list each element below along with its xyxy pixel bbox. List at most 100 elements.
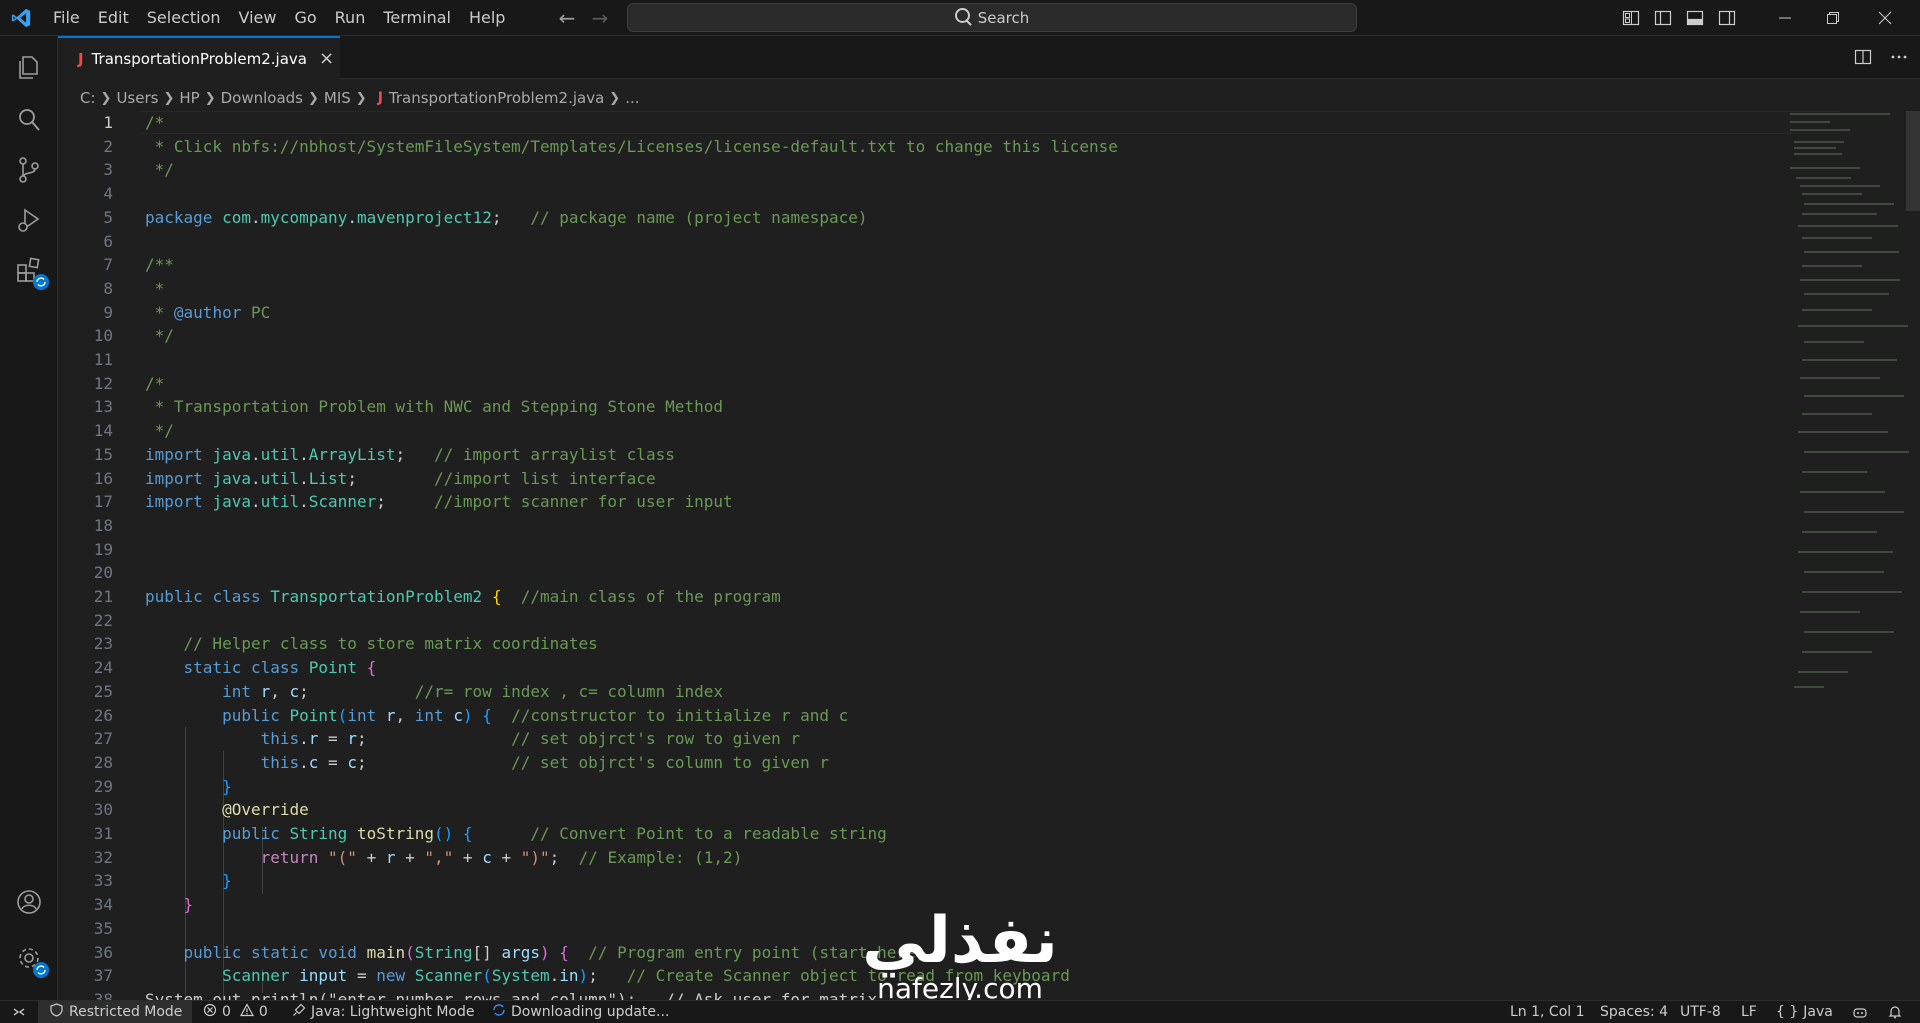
menu-run[interactable]: Run bbox=[326, 0, 375, 36]
code-line: 29 } bbox=[93, 776, 232, 796]
gear-update-badge-icon bbox=[33, 962, 49, 978]
split-editor-icon[interactable] bbox=[1854, 48, 1872, 70]
watermark-arabic: نفذلي bbox=[862, 904, 1058, 978]
toggle-secondary-sidebar-icon[interactable] bbox=[1718, 9, 1736, 27]
eol-setting[interactable]: LF bbox=[1741, 1001, 1757, 1023]
search-view-icon[interactable] bbox=[13, 104, 45, 136]
minimap[interactable] bbox=[1790, 111, 1909, 711]
run-and-debug-icon[interactable] bbox=[13, 204, 45, 236]
menu-file[interactable]: File bbox=[44, 0, 89, 36]
toggle-primary-sidebar-icon[interactable] bbox=[1654, 9, 1672, 27]
code-line: 22 bbox=[93, 610, 113, 630]
explorer-icon[interactable] bbox=[13, 52, 45, 84]
encoding-setting[interactable]: UTF-8 bbox=[1680, 1001, 1721, 1023]
java-mode-indicator[interactable]: Java: Lightweight Mode bbox=[292, 1001, 474, 1023]
customize-layout-icon[interactable] bbox=[1622, 9, 1640, 27]
java-mode-label: Java: Lightweight Mode bbox=[311, 1004, 475, 1020]
breadcrumb-hp[interactable]: HP bbox=[179, 89, 199, 107]
code-line: 11 bbox=[93, 350, 113, 369]
restricted-mode-label: Restricted Mode bbox=[69, 1004, 183, 1020]
code-line: 8 * bbox=[103, 278, 165, 298]
code-line: 10 */ bbox=[93, 326, 174, 346]
title-bar: File Edit Selection View Go Run Terminal… bbox=[0, 0, 1920, 36]
code-line: 16 import java.util.List; //import list i… bbox=[93, 468, 656, 488]
close-window-icon[interactable] bbox=[1862, 0, 1908, 36]
minimize-window-icon[interactable] bbox=[1762, 0, 1808, 36]
code-line: 2 * Click nbfs://nbhost/SystemFileSystem… bbox=[103, 136, 1118, 156]
code-editor[interactable]: 1/* 2 * Click nbfs://nbhost/SystemFileSy… bbox=[58, 111, 1920, 1000]
code-line: 32 return "(" + r + "," + c + ")"; // Ex… bbox=[93, 847, 743, 867]
search-label: Search bbox=[977, 8, 1030, 27]
rocket-icon bbox=[292, 1003, 306, 1021]
warning-count: 0 bbox=[258, 1004, 268, 1020]
notifications-bell-icon[interactable] bbox=[1888, 1001, 1902, 1023]
update-badge-icon bbox=[33, 274, 49, 290]
editor-tab-bar: J TransportationProblem2.java × bbox=[58, 36, 1920, 79]
code-line: 20 bbox=[93, 563, 113, 583]
indentation-setting[interactable]: Spaces: 4 bbox=[1600, 1001, 1668, 1023]
code-line: 23 // Helper class to store matrix coord… bbox=[93, 634, 598, 654]
more-actions-icon[interactable] bbox=[1890, 48, 1908, 70]
command-center-search[interactable]: Search bbox=[627, 3, 1357, 32]
java-file-icon: J bbox=[78, 49, 84, 68]
code-line: 21 public class TransportationProblem2 { … bbox=[93, 587, 781, 606]
error-icon bbox=[203, 1003, 217, 1021]
vertical-scrollbar[interactable] bbox=[1906, 111, 1920, 211]
update-progress-indicator[interactable]: Downloading update... bbox=[492, 1001, 669, 1023]
code-line: 4 bbox=[103, 184, 113, 204]
code-line: 18 bbox=[93, 515, 113, 535]
language-label: Java bbox=[1803, 1004, 1833, 1020]
close-tab-icon[interactable]: × bbox=[319, 48, 334, 69]
breadcrumb-users[interactable]: Users bbox=[116, 89, 158, 107]
code-line: 28 this.c = c; // set objrct's column to… bbox=[93, 752, 829, 772]
warning-icon bbox=[239, 1003, 254, 1021]
back-arrow-icon[interactable]: ← bbox=[557, 8, 577, 28]
forward-arrow-icon[interactable]: → bbox=[590, 8, 610, 28]
code-line: 25 int r, c; //r= row index , c= column … bbox=[93, 681, 723, 701]
code-line: 33 } bbox=[93, 871, 232, 891]
chevron-right-icon: ❯ bbox=[355, 90, 367, 106]
source-control-icon[interactable] bbox=[13, 154, 45, 186]
language-mode[interactable]: { } Java bbox=[1776, 1001, 1833, 1023]
shield-icon bbox=[50, 1003, 63, 1021]
code-line: 30 @Override bbox=[93, 800, 309, 820]
chevron-right-icon: ❯ bbox=[204, 90, 216, 106]
breadcrumb-downloads[interactable]: Downloads bbox=[221, 89, 303, 107]
code-line: 24 static class Point { bbox=[93, 658, 377, 678]
restore-window-icon[interactable] bbox=[1810, 0, 1856, 36]
copilot-icon[interactable] bbox=[1852, 1001, 1868, 1023]
remote-indicator-icon[interactable] bbox=[0, 1001, 38, 1023]
menu-go[interactable]: Go bbox=[285, 0, 325, 36]
chevron-right-icon: ❯ bbox=[163, 90, 175, 106]
code-line: 15 import java.util.ArrayList; // import … bbox=[93, 444, 675, 464]
toggle-panel-icon[interactable] bbox=[1686, 9, 1704, 27]
menu-view[interactable]: View bbox=[230, 0, 286, 36]
search-icon bbox=[954, 8, 970, 23]
breadcrumb-mis[interactable]: MIS bbox=[324, 89, 351, 107]
menu-edit[interactable]: Edit bbox=[89, 0, 138, 36]
braces-icon: { } bbox=[1776, 1004, 1799, 1020]
extensions-icon[interactable] bbox=[13, 254, 49, 290]
menu-terminal[interactable]: Terminal bbox=[374, 0, 460, 36]
accounts-icon[interactable] bbox=[13, 886, 45, 918]
code-line: 1/* bbox=[103, 113, 165, 132]
java-file-icon: J bbox=[377, 90, 383, 106]
breadcrumb-drive[interactable]: C: bbox=[80, 89, 96, 107]
activity-bar bbox=[0, 36, 58, 1000]
chevron-right-icon: ❯ bbox=[609, 90, 621, 106]
code-line: 19 bbox=[93, 539, 113, 559]
cursor-position[interactable]: Ln 1, Col 1 bbox=[1510, 1001, 1585, 1023]
chevron-right-icon: ❯ bbox=[307, 90, 319, 106]
menu-selection[interactable]: Selection bbox=[138, 0, 230, 36]
code-line: 17 import java.util.Scanner; //import sca… bbox=[93, 492, 733, 512]
menu-help[interactable]: Help bbox=[460, 0, 514, 36]
breadcrumb-file[interactable]: TransportationProblem2.java bbox=[389, 89, 604, 107]
manage-gear-icon[interactable] bbox=[13, 942, 49, 978]
breadcrumb-symbol[interactable]: ... bbox=[625, 89, 639, 107]
code-line: 12/* bbox=[93, 373, 165, 393]
vscode-logo-icon bbox=[10, 7, 32, 29]
code-line: 26 public Point(int r, int c) { //constr… bbox=[93, 705, 849, 725]
restricted-mode-indicator[interactable]: Restricted Mode bbox=[38, 1001, 193, 1023]
problems-indicator[interactable]: 0 0 bbox=[203, 1001, 268, 1023]
tab-transportationproblem2[interactable]: J TransportationProblem2.java × bbox=[58, 36, 340, 79]
